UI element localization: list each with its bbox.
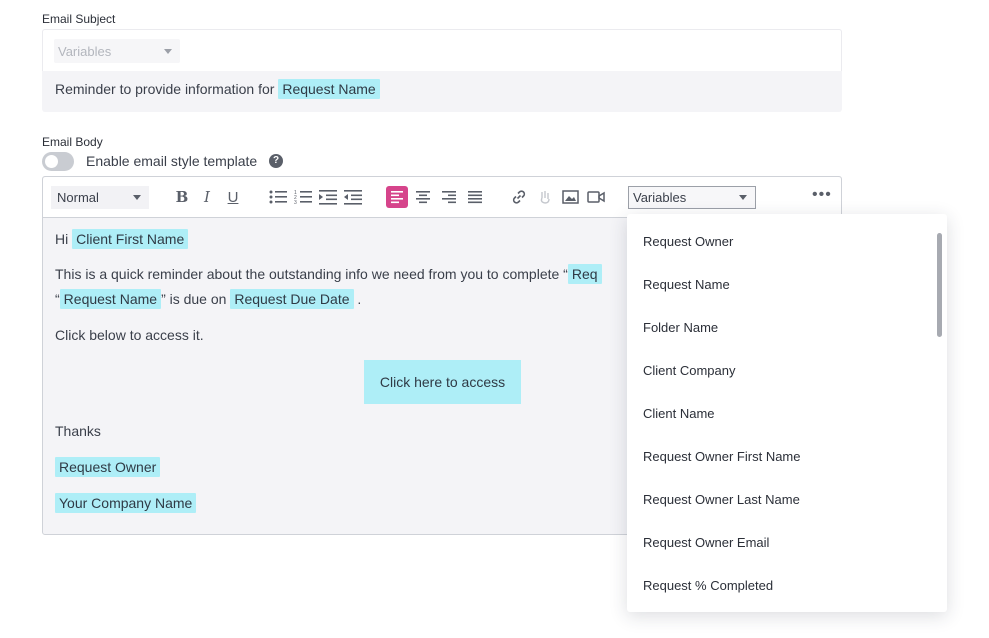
paragraph-line-2: “Request Name” is due on Request Due Dat… xyxy=(55,289,362,309)
dropdown-item-folder-name[interactable]: Folder Name xyxy=(643,320,718,335)
dropdown-item-request-owner[interactable]: Request Owner xyxy=(643,234,733,249)
image-icon[interactable] xyxy=(559,186,581,208)
dropdown-item-request-owner-first-name[interactable]: Request Owner First Name xyxy=(643,449,801,464)
chevron-down-icon xyxy=(164,49,172,54)
dropdown-item-client-company[interactable]: Client Company xyxy=(643,363,736,378)
text-format-select[interactable]: Normal xyxy=(51,186,149,209)
subject-variables-select[interactable]: Variables xyxy=(54,39,180,63)
more-options-icon[interactable]: ••• xyxy=(812,186,832,204)
variable-tag: Request Owner xyxy=(55,457,161,477)
variable-tag: Your Company Name xyxy=(55,493,197,513)
email-subject-label: Email Subject xyxy=(42,12,116,26)
variable-tag: Request Name xyxy=(278,79,380,99)
subject-text[interactable]: Reminder to provide information for Requ… xyxy=(55,79,380,99)
variables-dropdown[interactable]: Request Owner Request Name Folder Name C… xyxy=(627,214,947,612)
svg-text:3: 3 xyxy=(294,200,297,205)
unlink-icon[interactable] xyxy=(534,186,556,208)
dropdown-item-client-name[interactable]: Client Name xyxy=(643,406,715,421)
indent-icon[interactable] xyxy=(317,186,339,208)
align-center-icon[interactable] xyxy=(412,186,434,208)
greeting-line: Hi Client First Name xyxy=(55,229,189,249)
paragraph-line-3: Click below to access it. xyxy=(55,327,204,343)
variable-tag: Client First Name xyxy=(72,229,189,249)
variables-select-label: Variables xyxy=(633,190,687,205)
greeting-text: Hi xyxy=(55,231,69,247)
underline-button[interactable]: U xyxy=(222,186,244,208)
link-icon[interactable] xyxy=(508,186,530,208)
email-body-label: Email Body xyxy=(42,135,103,149)
paragraph-text: “ xyxy=(55,291,60,307)
paragraph-line-1: This is a quick reminder about the outst… xyxy=(55,264,602,284)
variable-tag: Req xyxy=(567,264,602,284)
email-subject-field[interactable]: Variables Reminder to provide informatio… xyxy=(42,29,842,112)
variable-tag: Request Name xyxy=(59,289,162,309)
paragraph-text: ” is due on xyxy=(161,291,227,307)
dropdown-item-request-percent-completed[interactable]: Request % Completed xyxy=(643,578,773,593)
variables-select[interactable]: Variables xyxy=(628,186,756,209)
align-justify-icon[interactable] xyxy=(464,186,486,208)
text-format-value: Normal xyxy=(57,190,99,205)
subject-toolbar: Variables xyxy=(42,29,842,71)
video-icon[interactable] xyxy=(585,186,607,208)
dropdown-item-request-name[interactable]: Request Name xyxy=(643,277,730,292)
help-icon[interactable]: ? xyxy=(269,154,283,168)
email-style-toggle[interactable] xyxy=(42,152,74,171)
access-cta-button[interactable]: Click here to access xyxy=(364,360,521,404)
chevron-down-icon xyxy=(739,195,747,200)
bulleted-list-icon[interactable] xyxy=(267,186,289,208)
paragraph-text: . xyxy=(357,291,362,307)
dropdown-scrollbar[interactable] xyxy=(937,233,942,337)
numbered-list-icon[interactable]: 123 xyxy=(292,186,314,208)
subject-variables-label: Variables xyxy=(58,44,112,59)
align-left-icon[interactable] xyxy=(386,186,408,208)
signature-line-2: Your Company Name xyxy=(55,493,197,513)
paragraph-text: This is a quick reminder about the outst… xyxy=(55,266,568,282)
outdent-icon[interactable] xyxy=(342,186,364,208)
align-right-icon[interactable] xyxy=(438,186,460,208)
italic-button[interactable]: I xyxy=(196,186,218,208)
bold-button[interactable]: B xyxy=(171,186,193,208)
variable-tag: Request Due Date xyxy=(230,289,354,309)
thanks-text: Thanks xyxy=(55,423,101,439)
dropdown-item-request-owner-email[interactable]: Request Owner Email xyxy=(643,535,769,550)
chevron-down-icon xyxy=(133,195,141,200)
editor-toolbar: Normal B I U 123 Variables ••• xyxy=(43,177,841,218)
signature-line-1: Request Owner xyxy=(55,457,161,477)
email-style-toggle-label: Enable email style template xyxy=(86,153,258,169)
toggle-knob xyxy=(45,155,58,168)
dropdown-item-request-owner-last-name[interactable]: Request Owner Last Name xyxy=(643,492,800,507)
subject-text-prefix: Reminder to provide information for xyxy=(55,81,275,97)
